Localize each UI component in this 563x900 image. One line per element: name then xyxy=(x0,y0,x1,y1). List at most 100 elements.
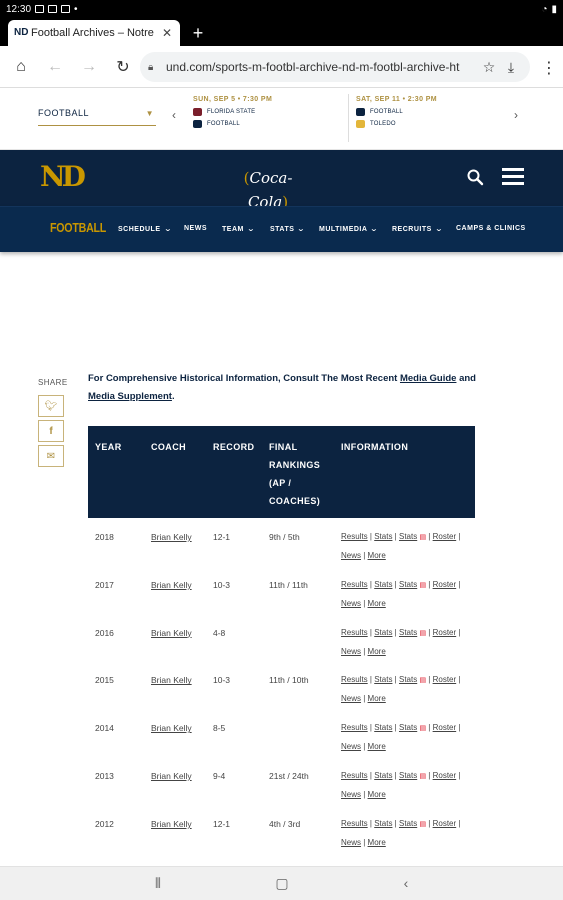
search-icon[interactable] xyxy=(466,168,484,186)
dot-icon: • xyxy=(74,3,78,15)
stats-pdf-link[interactable]: Stats xyxy=(399,723,417,732)
browser-tab[interactable]: ND Football Archives – Notre ✕ xyxy=(8,20,180,46)
hamburger-menu-icon[interactable] xyxy=(502,168,524,186)
close-tab-icon[interactable]: ✕ xyxy=(160,26,174,40)
roster-link[interactable]: Roster xyxy=(433,723,457,732)
nav-schedule[interactable]: SCHEDULE ⌄ xyxy=(118,225,171,233)
coach-link[interactable]: Brian Kelly xyxy=(151,671,192,689)
chevron-down-icon: ⌄ xyxy=(246,226,256,233)
stats-link[interactable]: Stats xyxy=(374,675,392,684)
roster-link[interactable]: Roster xyxy=(433,532,457,541)
stats-link[interactable]: Stats xyxy=(374,723,392,732)
media-guide-link[interactable]: Media Guide xyxy=(400,373,456,384)
stats-link[interactable]: Stats xyxy=(374,532,392,541)
results-link[interactable]: Results xyxy=(341,628,368,637)
coach-link[interactable]: Brian Kelly xyxy=(151,576,192,594)
back-icon[interactable]: ← xyxy=(38,50,72,84)
more-menu-icon[interactable]: ⋮ xyxy=(541,58,557,78)
more-link[interactable]: More xyxy=(368,790,386,799)
download-icon[interactable]: ⤓ xyxy=(500,59,522,76)
stats-link[interactable]: Stats xyxy=(374,580,392,589)
game-card[interactable]: SUN, SEP 5 • 7:30 PM FLORIDA STATE FOOTB… xyxy=(193,96,343,132)
stats-link[interactable]: Stats xyxy=(374,628,392,637)
news-link[interactable]: News xyxy=(341,790,361,799)
results-link[interactable]: Results xyxy=(341,532,368,541)
more-link[interactable]: More xyxy=(368,551,386,560)
roster-link[interactable]: Roster xyxy=(433,628,457,637)
subnav-brand[interactable]: FOOTBALL xyxy=(50,220,106,235)
game-card[interactable]: SAT, SEP 11 • 2:30 PM FOOTBALL TOLEDO xyxy=(356,96,506,132)
nav-recruits[interactable]: RECRUITS ⌄ xyxy=(392,225,443,233)
schedule-next-icon[interactable]: › xyxy=(510,108,522,122)
table-row: 2016 Brian Kelly 4-8 Results | Stats | Stat… xyxy=(88,614,475,662)
sport-selector[interactable]: FOOTBALL ▼ xyxy=(38,108,156,126)
roster-link[interactable]: Roster xyxy=(433,675,457,684)
more-link[interactable]: More xyxy=(368,599,386,608)
results-link[interactable]: Results xyxy=(341,819,368,828)
coach-link[interactable]: Brian Kelly xyxy=(151,528,192,546)
cell-information: Results | Stats | Stats ▤ | Roster |News… xyxy=(341,723,461,752)
news-link[interactable]: News xyxy=(341,647,361,656)
nav-camps-clinics[interactable]: CAMPS & CLINICS xyxy=(456,225,526,232)
nav-news[interactable]: NEWS xyxy=(184,225,207,232)
schedule-prev-icon[interactable]: ‹ xyxy=(168,108,180,122)
more-link[interactable]: More xyxy=(368,647,386,656)
bookmark-star-icon[interactable]: ☆ xyxy=(478,59,500,76)
email-share-button[interactable]: ✉ xyxy=(38,445,64,467)
results-link[interactable]: Results xyxy=(341,723,368,732)
stats-pdf-link[interactable]: Stats xyxy=(399,675,417,684)
stats-pdf-link[interactable]: Stats xyxy=(399,771,417,780)
more-link[interactable]: More xyxy=(368,838,386,847)
nd-logo[interactable]: ND xyxy=(40,162,86,192)
header-coach: COACH xyxy=(151,442,186,452)
nav-multimedia[interactable]: MULTIMEDIA ⌄ xyxy=(319,225,378,233)
stats-link[interactable]: Stats xyxy=(374,771,392,780)
recent-apps-icon[interactable]: ⦀ xyxy=(148,875,168,892)
coach-link[interactable]: Brian Kelly xyxy=(151,815,192,833)
nav-stats[interactable]: STATS ⌄ xyxy=(270,225,305,233)
coach-link[interactable]: Brian Kelly xyxy=(151,719,192,737)
facebook-share-button[interactable]: f xyxy=(38,420,64,442)
forward-icon[interactable]: → xyxy=(72,50,106,84)
tab-title: Football Archives – Notre xyxy=(31,27,154,39)
twitter-share-button[interactable]: 🐦︎ xyxy=(38,395,64,417)
results-link[interactable]: Results xyxy=(341,675,368,684)
header-rankings: FINAL RANKINGS (AP / COACHES) xyxy=(269,442,321,506)
stats-link[interactable]: Stats xyxy=(374,819,392,828)
team-logo-icon xyxy=(356,120,365,128)
address-bar[interactable]: 🔒︎ und.com/sports-m-footbl-archive-nd-m-… xyxy=(140,52,530,82)
tab-bar: ND Football Archives – Notre ✕ + xyxy=(0,18,563,46)
team-name: TOLEDO xyxy=(370,121,396,127)
news-link[interactable]: News xyxy=(341,551,361,560)
news-link[interactable]: News xyxy=(341,599,361,608)
new-tab-button[interactable]: + xyxy=(188,22,208,44)
pdf-icon: ▤ xyxy=(419,534,427,541)
chevron-down-icon: ⌄ xyxy=(370,226,380,233)
results-link[interactable]: Results xyxy=(341,771,368,780)
coach-link[interactable]: Brian Kelly xyxy=(151,624,192,642)
stats-pdf-link[interactable]: Stats xyxy=(399,580,417,589)
cell-rankings: 11th / 10th xyxy=(269,675,309,686)
media-supplement-link[interactable]: Media Supplement xyxy=(88,391,172,402)
sponsor-logo[interactable]: (Coca-Cola) xyxy=(232,166,304,211)
news-link[interactable]: News xyxy=(341,742,361,751)
roster-link[interactable]: Roster xyxy=(433,580,457,589)
results-link[interactable]: Results xyxy=(341,580,368,589)
home-button-icon[interactable]: ▢ xyxy=(272,875,292,892)
stats-pdf-link[interactable]: Stats xyxy=(399,819,417,828)
stats-pdf-link[interactable]: Stats xyxy=(399,532,417,541)
reload-icon[interactable]: ↻ xyxy=(106,50,140,84)
stats-pdf-link[interactable]: Stats xyxy=(399,628,417,637)
news-link[interactable]: News xyxy=(341,838,361,847)
coach-link[interactable]: Brian Kelly xyxy=(151,767,192,785)
nav-team[interactable]: TEAM ⌄ xyxy=(222,225,256,233)
back-button-icon[interactable]: ‹ xyxy=(396,875,416,891)
team-name: FOOTBALL xyxy=(207,121,240,127)
schedule-strip: FOOTBALL ▼ ‹ SUN, SEP 5 • 7:30 PM FLORID… xyxy=(0,88,563,150)
roster-link[interactable]: Roster xyxy=(433,771,457,780)
more-link[interactable]: More xyxy=(368,694,386,703)
more-link[interactable]: More xyxy=(368,742,386,751)
roster-link[interactable]: Roster xyxy=(433,819,457,828)
news-link[interactable]: News xyxy=(341,694,361,703)
home-icon[interactable]: ⌂ xyxy=(4,50,38,84)
